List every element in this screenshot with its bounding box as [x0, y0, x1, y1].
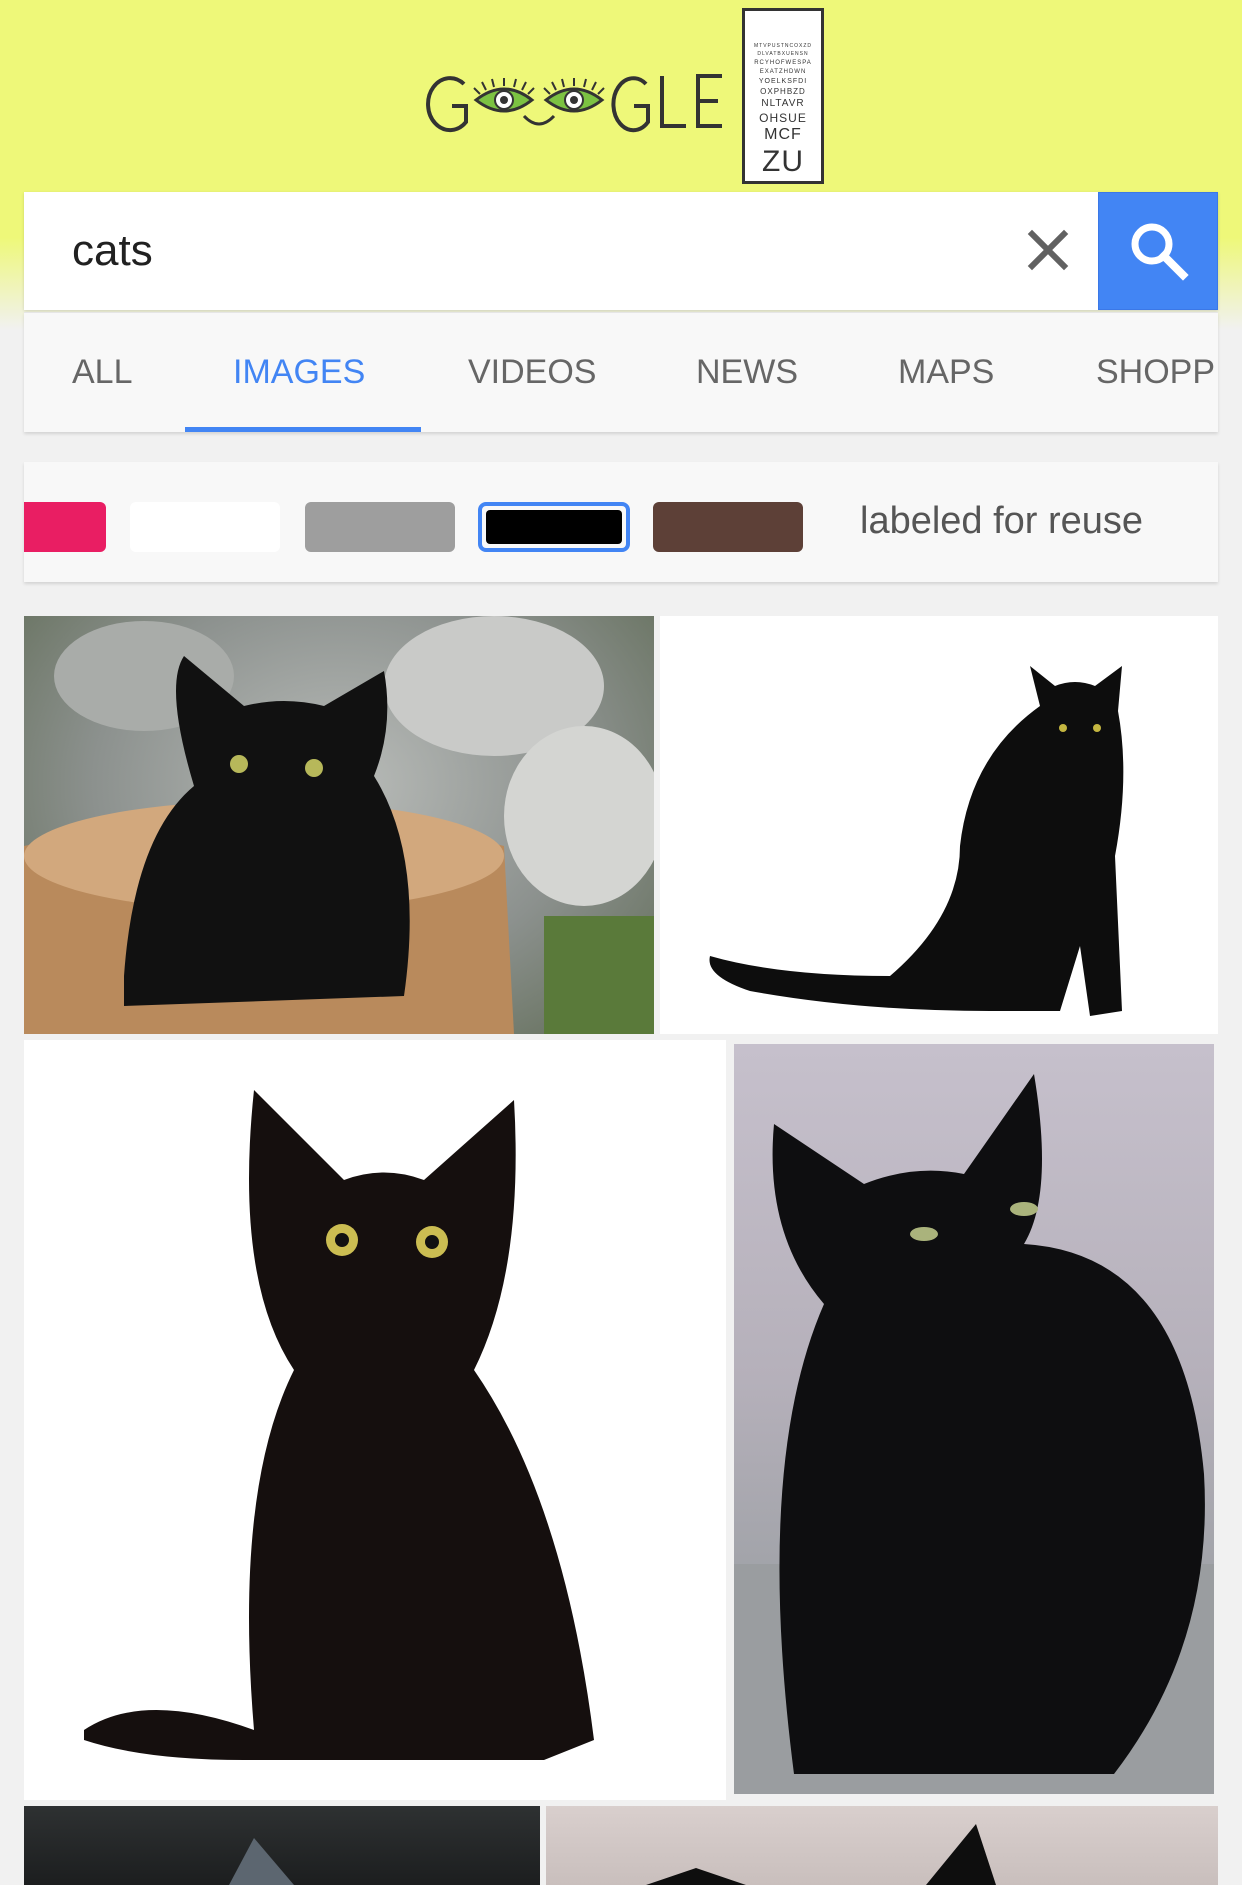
black-cat-photo: [734, 1074, 1214, 1794]
color-filter-brown[interactable]: [653, 502, 803, 552]
image-result[interactable]: [660, 616, 1218, 1034]
close-icon: [1027, 229, 1069, 271]
left-eye-icon: [473, 78, 535, 113]
color-filter-white[interactable]: [130, 502, 280, 552]
doodle-wordmark: [426, 74, 722, 133]
eye-chart-row: NLTAVR: [761, 98, 805, 109]
image-result[interactable]: [734, 1044, 1214, 1794]
tab-videos[interactable]: VIDEOS: [468, 313, 596, 432]
image-result[interactable]: [546, 1806, 1218, 1885]
tab-all[interactable]: ALL: [72, 313, 133, 432]
eye-chart-row: EXATZHDWN: [759, 69, 807, 75]
black-cat-photo: [24, 616, 654, 1034]
clear-search-button[interactable]: [1020, 222, 1076, 278]
black-cat-photo: [229, 1838, 294, 1885]
image-result[interactable]: [24, 616, 654, 1034]
eye-chart-row: RCYHOFWESPA: [754, 60, 812, 66]
tab-maps[interactable]: MAPS: [898, 313, 994, 432]
eye-chart-row: DLVATBXUENSN: [757, 51, 809, 57]
eye-chart-row: ZU: [762, 145, 804, 178]
black-cat-photo: [646, 1824, 996, 1885]
search-type-tabs: ALL IMAGES VIDEOS NEWS MAPS SHOPP: [24, 312, 1218, 432]
search-button[interactable]: [1098, 192, 1218, 310]
tab-images[interactable]: IMAGES: [233, 313, 365, 432]
active-tab-indicator: [185, 427, 421, 432]
black-cat-photo: [84, 1090, 594, 1760]
tab-news[interactable]: NEWS: [696, 313, 798, 432]
image-result[interactable]: [24, 1806, 540, 1885]
eye-chart-row: YOELKSFDI: [758, 78, 808, 85]
eye-chart-row: MCF: [764, 126, 802, 143]
right-eye-icon: [543, 78, 605, 113]
eye-chart-row: OXPHBZD: [760, 87, 806, 96]
color-filter-black[interactable]: [478, 502, 630, 552]
search-icon: [1131, 223, 1189, 281]
color-filter-red[interactable]: [24, 502, 106, 552]
black-cat-photo: [709, 666, 1124, 1016]
eye-chart-row: OHSUE: [759, 111, 807, 125]
eye-chart-row: MTVPUSTNCOXZD: [754, 43, 812, 49]
image-result[interactable]: [24, 1040, 726, 1800]
search-input[interactable]: [72, 216, 972, 286]
color-filter-bar: labeled for reuse: [24, 462, 1218, 582]
labeled-for-reuse-filter[interactable]: labeled for reuse: [860, 500, 1143, 543]
google-doodle-logo[interactable]: MTVPUSTNCOXZD DLVATBXUENSN RCYHOFWESPA E…: [424, 8, 824, 184]
tab-shopping[interactable]: SHOPP: [1096, 313, 1215, 432]
eye-chart: MTVPUSTNCOXZD DLVATBXUENSN RCYHOFWESPA E…: [742, 8, 824, 184]
search-box: [24, 192, 1218, 310]
color-filter-gray[interactable]: [305, 502, 455, 552]
